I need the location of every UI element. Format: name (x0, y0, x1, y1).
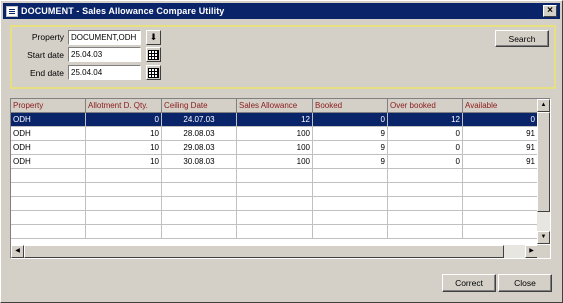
cell-sales-allowance: 100 (237, 127, 313, 141)
cell-available: 0 (463, 113, 538, 127)
cell-booked: 0 (313, 113, 388, 127)
cell-property: ODH (11, 127, 86, 141)
download-arrow-icon: ⬇ (149, 32, 158, 42)
cell-available: 91 (463, 155, 538, 169)
cell-property: ODH (11, 155, 86, 169)
empty-row (11, 225, 538, 239)
cell-booked: 9 (313, 141, 388, 155)
cell-allotment-qty: 10 (86, 127, 162, 141)
column-header-allotment-qty[interactable]: Allotment D. Qty. (86, 99, 162, 113)
property-field[interactable]: DOCUMENT,ODH (68, 30, 141, 45)
cell-over-booked: 0 (388, 127, 463, 141)
calendar-icon (148, 67, 159, 78)
title-bar: DOCUMENT - Sales Allowance Compare Utili… (3, 3, 560, 19)
property-lookup-button[interactable]: ⬇ (146, 30, 161, 45)
empty-row (11, 169, 538, 183)
cell-sales-allowance: 100 (237, 155, 313, 169)
cell-ceiling-date: 24.07.03 (162, 113, 237, 127)
cell-allotment-qty: 0 (86, 113, 162, 127)
column-header-available[interactable]: Available (463, 99, 538, 113)
cell-booked: 9 (313, 127, 388, 141)
table-row[interactable]: ODH 0 24.07.03 12 0 12 0 (11, 113, 538, 127)
property-label: Property (31, 32, 64, 42)
column-header-over-booked[interactable]: Over booked (388, 99, 463, 113)
start-date-calendar-button[interactable] (146, 47, 161, 62)
cell-ceiling-date: 30.08.03 (162, 155, 237, 169)
table-row[interactable]: ODH 10 29.08.03 100 9 0 91 (11, 141, 538, 155)
end-date-field[interactable]: 25.04.04 (68, 65, 141, 80)
end-date-label: End date (29, 68, 64, 78)
cell-ceiling-date: 29.08.03 (162, 141, 237, 155)
scroll-down-icon[interactable]: ▼ (537, 231, 550, 244)
calendar-icon (148, 49, 159, 60)
cell-property: ODH (11, 113, 86, 127)
scrollbar-corner (537, 245, 550, 258)
table-row[interactable]: ODH 10 30.08.03 100 9 0 91 (11, 155, 538, 169)
main-window: DOCUMENT - Sales Allowance Compare Utili… (0, 0, 563, 303)
cell-booked: 9 (313, 155, 388, 169)
correct-button[interactable]: Correct (442, 274, 496, 292)
search-button[interactable]: Search (495, 30, 549, 47)
app-icon (6, 5, 18, 17)
cell-available: 91 (463, 127, 538, 141)
cell-available: 91 (463, 141, 538, 155)
cell-allotment-qty: 10 (86, 155, 162, 169)
column-header-booked[interactable]: Booked (313, 99, 388, 113)
empty-row (11, 211, 538, 225)
column-header-property[interactable]: Property (11, 99, 86, 113)
column-header-ceiling-date[interactable]: Ceiling Date (162, 99, 237, 113)
cell-sales-allowance: 12 (237, 113, 313, 127)
table-row[interactable]: ODH 10 28.08.03 100 9 0 91 (11, 127, 538, 141)
window-close-button[interactable]: × (543, 5, 557, 17)
filter-panel: Property DOCUMENT,ODH ⬇ Start date 25.04… (10, 25, 556, 89)
horizontal-scrollbar[interactable]: ◀ ▶ (11, 245, 538, 258)
results-grid: Property Allotment D. Qty. Ceiling Date … (10, 98, 551, 259)
scroll-up-icon[interactable]: ▲ (537, 99, 550, 112)
vertical-scrollbar[interactable]: ▲ ▼ (537, 99, 550, 244)
empty-row (11, 183, 538, 197)
empty-row (11, 197, 538, 211)
cell-over-booked: 12 (388, 113, 463, 127)
cell-ceiling-date: 28.08.03 (162, 127, 237, 141)
grid-header: Property Allotment D. Qty. Ceiling Date … (11, 99, 538, 113)
start-date-field[interactable]: 25.04.03 (68, 47, 141, 62)
close-button[interactable]: Close (498, 274, 552, 292)
cell-over-booked: 0 (388, 155, 463, 169)
cell-over-booked: 0 (388, 141, 463, 155)
cell-sales-allowance: 100 (237, 141, 313, 155)
scroll-left-icon[interactable]: ◀ (11, 245, 24, 258)
cell-property: ODH (11, 141, 86, 155)
window-title: DOCUMENT - Sales Allowance Compare Utili… (21, 6, 225, 16)
end-date-calendar-button[interactable] (146, 65, 161, 80)
column-header-sales-allowance[interactable]: Sales Allowance (237, 99, 313, 113)
cell-allotment-qty: 10 (86, 141, 162, 155)
grid-body: ODH 0 24.07.03 12 0 12 0 ODH 10 28.08.03… (11, 113, 538, 239)
horizontal-scroll-thumb[interactable] (24, 245, 504, 258)
vertical-scroll-thumb[interactable] (537, 112, 550, 212)
start-date-label: Start date (27, 50, 64, 60)
